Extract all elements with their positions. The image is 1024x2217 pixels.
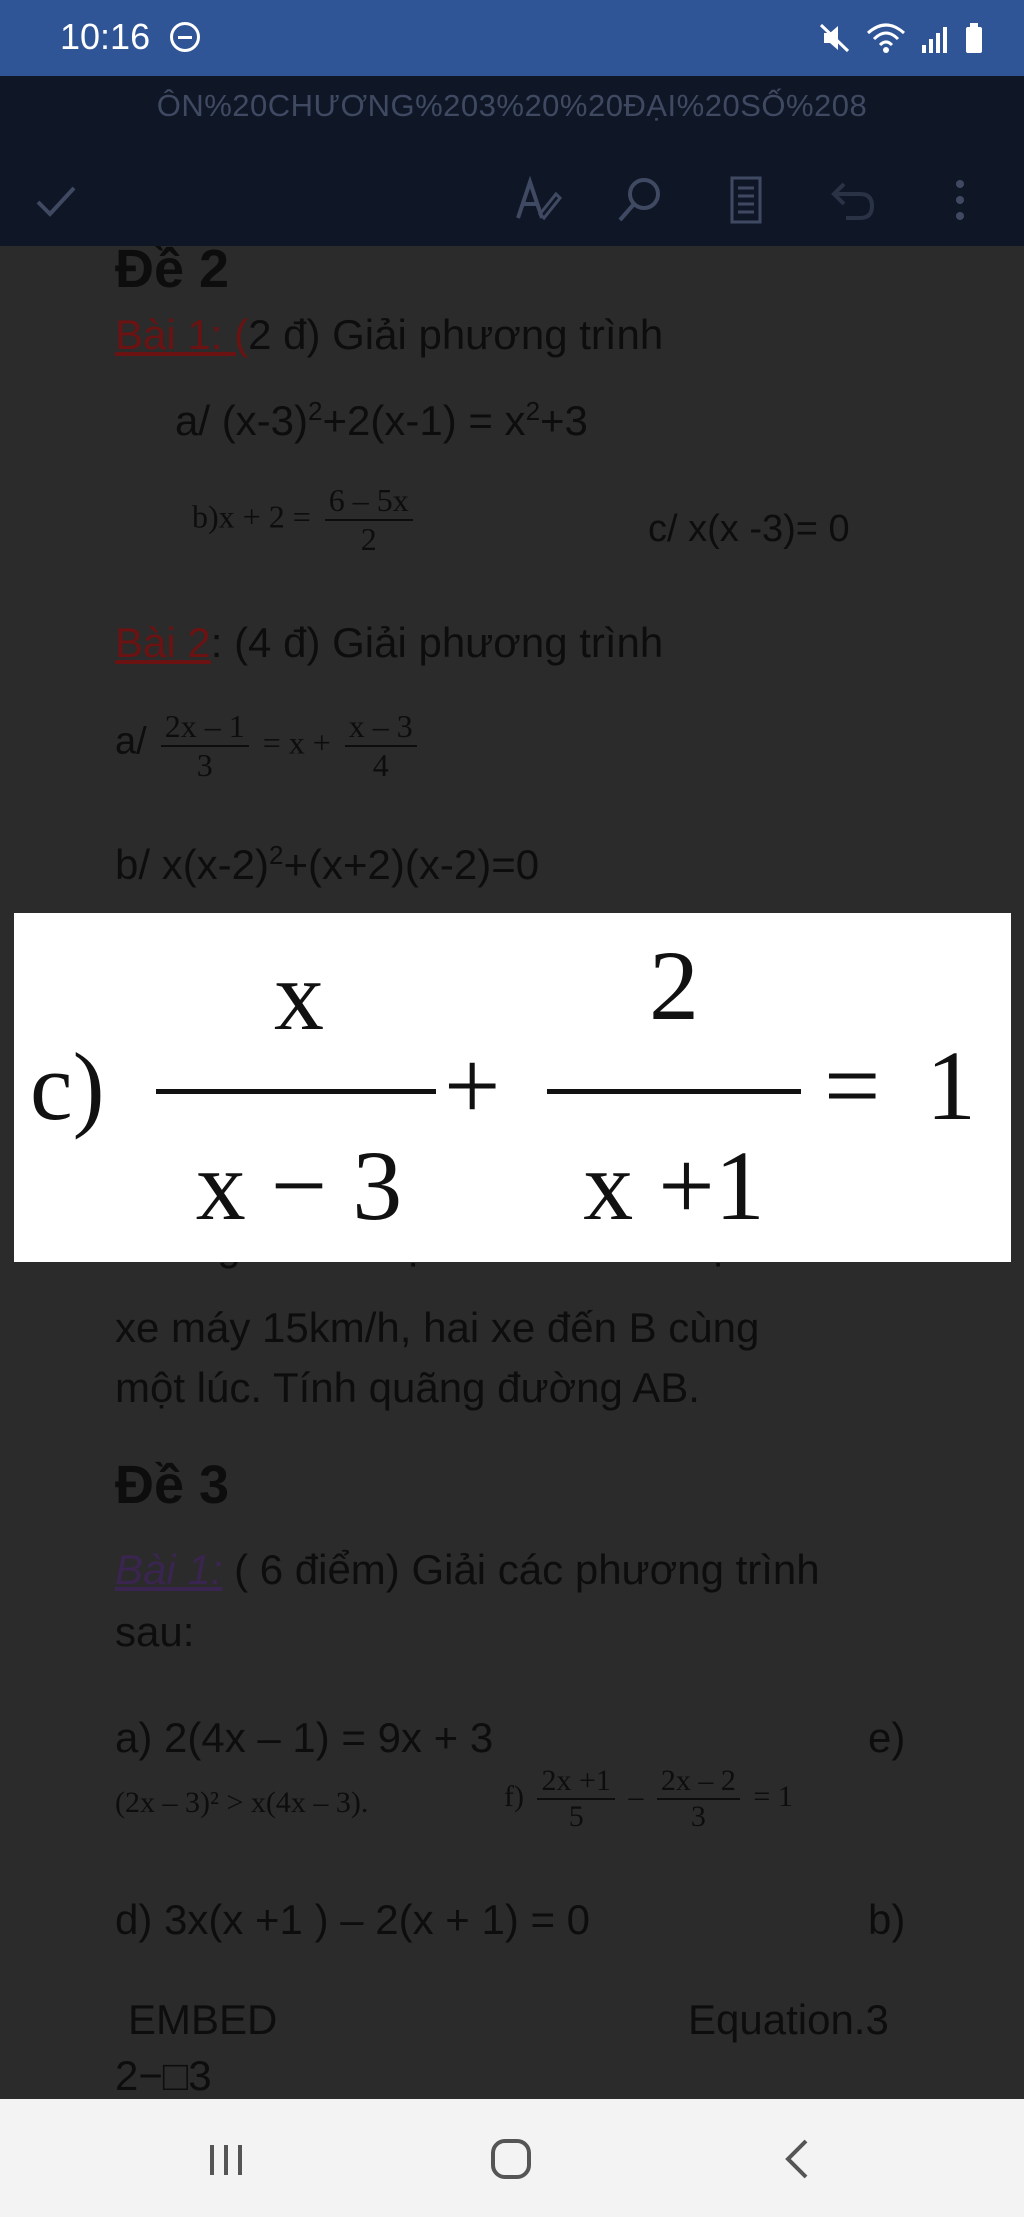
status-icons [818, 18, 984, 58]
bai-1-c: c/ x(x -3)= 0 [648, 508, 850, 550]
de-3-bai-1-label: Bài 1: [115, 1546, 223, 1593]
back-icon[interactable] [768, 2129, 828, 2189]
bai-1-a-mid: +2(x-1) = x [322, 397, 526, 444]
de-3-f: f) 2x +1 5 – 2x – 23 = 1 [504, 1764, 793, 1834]
de-3-f-end: = 1 [753, 1779, 793, 1813]
bai-2-label: Bài 2 [115, 619, 211, 666]
embed-field: EMBED [128, 1996, 278, 2043]
bai-1-b-den: 2 [360, 521, 377, 557]
bai-2-b-end: +(x+2)(x-2)=0 [283, 841, 540, 888]
mute-icon [819, 23, 850, 53]
equation-rhs: 1 [926, 1030, 976, 1141]
bai-2-a-num-2: x – 3 [344, 708, 417, 747]
undo-icon[interactable] [826, 174, 878, 226]
more-options-icon[interactable] [934, 174, 986, 226]
bai-2-b: b/ x(x-2)2+(x+2)(x-2)=0 [115, 840, 539, 889]
toolbar [0, 164, 1024, 244]
de-3-e: e) [868, 1714, 906, 1761]
wifi-icon [867, 23, 905, 53]
bai-1-a-sup2: 2 [525, 396, 541, 426]
de-3-inequality: (2x – 3)² > x(4x – 3). [115, 1786, 369, 1819]
bai-1-a-part: a/ (x-3) [175, 397, 309, 444]
de-3-bai-1-text-2: sau: [115, 1608, 195, 1655]
do-not-disturb-icon [170, 22, 200, 52]
reading-view-icon[interactable] [720, 174, 772, 226]
fraction-2-bar [547, 1089, 801, 1094]
equals-sign: = [824, 1030, 881, 1141]
fraction-2-denominator: x +1 [583, 1130, 765, 1241]
fraction-1-denominator: x − 3 [195, 1130, 403, 1241]
bai-1-title: Bài 1: (2 đ) Giải phương trình [115, 311, 663, 359]
heading-de-3: Đề 3 [115, 1455, 230, 1515]
status-time: 10:16 [60, 16, 151, 57]
de-3-f-label: f) [504, 1779, 524, 1813]
bai-1-a: a/ (x-3)2+2(x-1) = x2+3 [175, 396, 588, 445]
equation-label: c) [30, 1033, 105, 1140]
bai-2-b-sup: 2 [269, 840, 284, 870]
system-nav-bar [0, 2099, 1024, 2217]
bai-1-b: b)x + 2 = 6 – 5x 2 [192, 482, 419, 558]
equation-field: Equation.3 [688, 1996, 889, 2043]
de-3-d: d) 3x(x +1 ) – 2(x + 1) = 0 [115, 1896, 591, 1943]
de-3-f-fraction-2: 2x – 23 [656, 1764, 740, 1834]
plus-sign: + [444, 1030, 501, 1141]
de-3-f-num-1: 2x +1 [537, 1764, 615, 1800]
home-icon[interactable] [481, 2129, 541, 2189]
fraction-1-numerator: x [274, 940, 324, 1051]
document-title: ÔN%20CHƯƠNG%203%20%20ĐẠI%20SỐ%208 [156, 88, 868, 123]
fraction-1-bar [156, 1089, 436, 1094]
de-3-bai-1-text: ( 6 điểm) Giải các phương trình [222, 1546, 820, 1593]
de-3-bai-1-title: Bài 1: ( 6 điểm) Giải các phương trình [115, 1546, 820, 1594]
bai-2-a: a/ 2x – 13 = x + x – 34 [115, 708, 423, 784]
status-bar: 10:16 [0, 0, 1024, 76]
bai-1-label: Bài 1: ( [115, 311, 249, 358]
search-icon[interactable] [614, 174, 666, 226]
de-3-f-fraction-1: 2x +1 5 [537, 1764, 615, 1834]
bai-1-a-sup: 2 [308, 396, 323, 426]
bai-2-title: Bài 2: (4 đ) Giải phương trình [115, 619, 663, 667]
signal-icon [922, 27, 947, 53]
bai-2-b-part: b/ x(x-2) [115, 841, 270, 888]
doc-line-2: xe máy 15km/h, hai xe đến B cùng [115, 1304, 760, 1351]
draw-icon[interactable] [512, 174, 564, 226]
bai-2-a-fraction-2: x – 34 [344, 708, 417, 784]
bai-1-b-num: 6 – 5x [324, 482, 413, 521]
equation-popup: c) x x − 3 + 2 x +1 = 1 [14, 913, 1011, 1262]
de-3-f-minus: – [628, 1779, 644, 1813]
bai-1-text: 2 đ) Giải phương trình [248, 311, 664, 358]
de-3-f-den-1: 5 [568, 1800, 584, 1833]
app-header: ÔN%20CHƯƠNG%203%20%20ĐẠI%20SỐ%208 [0, 76, 1024, 246]
bai-2-a-mid: = x + [262, 724, 331, 761]
bai-1-a-end: +3 [540, 397, 588, 444]
de-3-a: a) 2(4x – 1) = 9x + 3 [115, 1714, 494, 1761]
heading-de-2: Đề 2 [115, 239, 230, 299]
bai-2-a-den-1: 3 [196, 747, 213, 783]
bai-2-a-den-2: 4 [372, 747, 389, 783]
bai-1-b-prefix: b)x + 2 = [192, 498, 311, 535]
bai-2-a-fraction-1: 2x – 13 [160, 708, 249, 784]
bai-2-text: : (4 đ) Giải phương trình [210, 619, 664, 666]
bai-2-a-prefix: a/ [115, 720, 147, 763]
bai-1-b-fraction: 6 – 5x 2 [324, 482, 413, 558]
de-3-f-num-2: 2x – 2 [656, 1764, 740, 1800]
bai-2-a-num-1: 2x – 1 [160, 708, 249, 747]
battery-icon [966, 23, 982, 53]
fraction-2-numerator: 2 [649, 930, 699, 1041]
de-3-b: b) [868, 1896, 906, 1943]
de-3-f-den-2: 3 [690, 1800, 706, 1833]
doc-line-3: một lúc. Tính quãng đường AB. [115, 1364, 700, 1411]
recent-apps-icon[interactable] [196, 2129, 256, 2189]
doc-last-line: 2−□3 [115, 2052, 212, 2098]
checkmark-icon[interactable] [30, 174, 82, 226]
